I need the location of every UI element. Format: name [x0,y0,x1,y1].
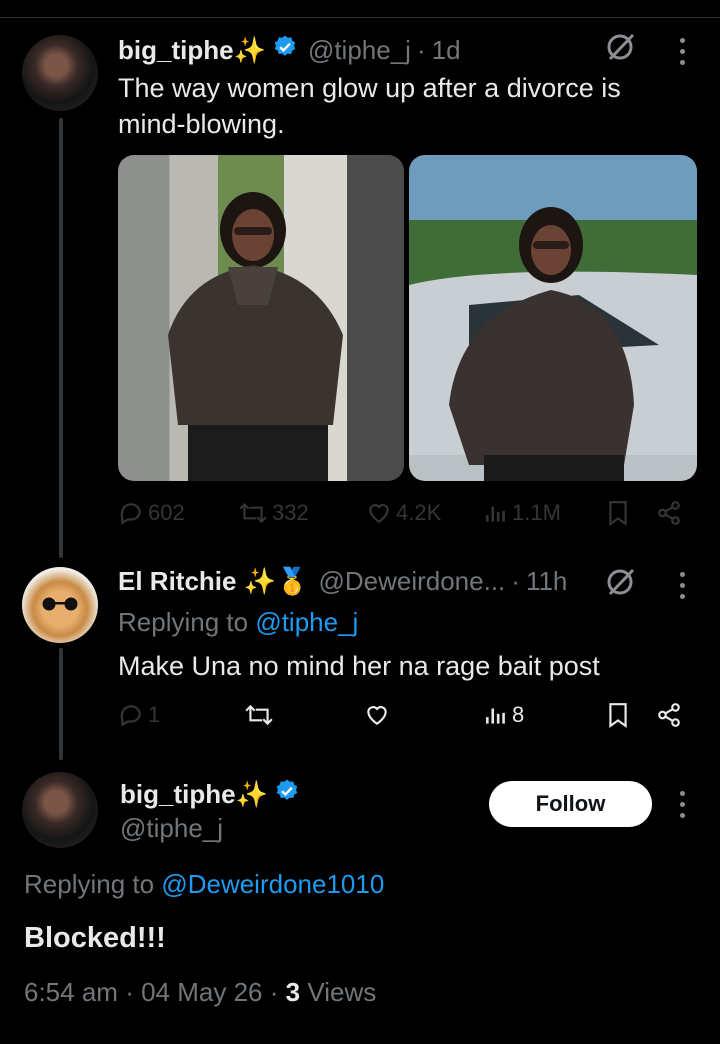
reply-icon [120,705,141,727]
views-label: Views [307,977,377,1007]
replying-to-handle[interactable]: @tiphe_j [255,607,358,637]
avatar[interactable] [22,35,98,111]
separator-dot: · [269,977,279,1007]
reply-button[interactable]: 1 [118,702,160,728]
handle[interactable]: @tiphe_j [308,35,411,66]
tweet-image[interactable] [118,155,404,481]
tweet-header: big_tiphe✨ @tiphe_j · 1d [118,34,461,67]
follow-button[interactable]: Follow [489,781,652,827]
replying-to-handle[interactable]: @Deweirdone1010 [161,869,384,899]
grok-icon[interactable] [604,565,638,599]
heart-icon [367,706,387,725]
tweet-text: Blocked!!! [24,922,166,954]
reply-button[interactable]: 602 [118,500,185,526]
avatar[interactable] [22,772,98,848]
like-count: 4.2K [396,500,442,525]
replying-label: Replying to [24,869,155,899]
tweet-text-line: The way women glow up after a divorce is [118,73,621,103]
display-name[interactable]: El Ritchie ✨🥇 [118,566,308,597]
repost-button[interactable]: 332 [238,500,309,526]
replying-to: Replying to @tiphe_j [118,604,358,640]
display-name[interactable]: big_tiphe✨ [120,779,268,810]
views-button[interactable]: 8 [484,702,524,728]
heart-icon [369,504,389,523]
tweet-header: big_tiphe✨ [120,778,300,811]
grok-icon[interactable] [604,30,638,64]
bookmark-button[interactable] [607,500,629,526]
tweet-header: El Ritchie ✨🥇 @Deweirdone... · 11h [118,566,567,597]
repost-count: 332 [272,500,309,525]
share-icon [658,703,680,727]
bookmark-icon [609,501,627,526]
tweet-text-line: mind-blowing. [118,109,285,139]
views-icon [486,708,505,724]
tweet-actions: 602 332 4.2K 1.1M [0,500,720,530]
tweet-image[interactable] [409,155,697,481]
repost-icon [245,704,273,726]
replying-label: Replying to [118,607,249,637]
handle[interactable]: @tiphe_j [120,813,223,844]
reply-count: 1 [148,702,161,727]
top-divider [0,17,720,18]
repost-icon [239,502,267,524]
share-button[interactable] [656,500,682,526]
share-button[interactable] [656,702,682,728]
post-date[interactable]: 04 May 26 [141,977,262,1007]
more-options-icon[interactable] [677,572,687,600]
like-button[interactable] [364,702,390,728]
views-button[interactable]: 1.1M [484,500,561,526]
separator-dot: · [511,566,520,596]
separator-dot: · [125,977,134,1007]
handle[interactable]: @Deweirdone... [318,566,505,597]
bookmark-icon [609,703,627,728]
replying-to: Replying to @Deweirdone1010 [24,866,384,902]
timestamp[interactable]: 1d [432,35,461,66]
like-button[interactable]: 4.2K [366,500,441,526]
display-name[interactable]: big_tiphe✨ [118,35,266,66]
tweet-text: The way women glow up after a divorce is… [118,70,621,142]
post-time[interactable]: 6:54 am [24,977,118,1007]
sunglasses-icon [42,597,78,611]
view-count: 8 [512,702,525,727]
share-icon [658,501,680,525]
views-count: 3 [285,977,301,1007]
more-options-icon[interactable] [677,38,687,66]
tweet-meta: 6:54 am · 04 May 26 · 3 Views [24,977,376,1008]
more-options-icon[interactable] [677,791,687,819]
views-icon [486,506,505,522]
verified-badge-icon [272,34,298,67]
tweet-actions: 1 8 [0,702,720,732]
bookmark-button[interactable] [607,702,629,728]
verified-badge-icon [274,778,300,811]
reply-count: 602 [148,500,185,525]
thread-line [59,118,63,558]
avatar[interactable] [22,567,98,643]
timestamp[interactable]: 11h [526,566,567,597]
separator-dot: · [416,35,426,65]
view-count: 1.1M [512,500,561,525]
repost-button[interactable] [244,702,274,728]
tweet-text: Make Una no mind her na rage bait post [118,651,600,681]
reply-icon [120,503,141,525]
